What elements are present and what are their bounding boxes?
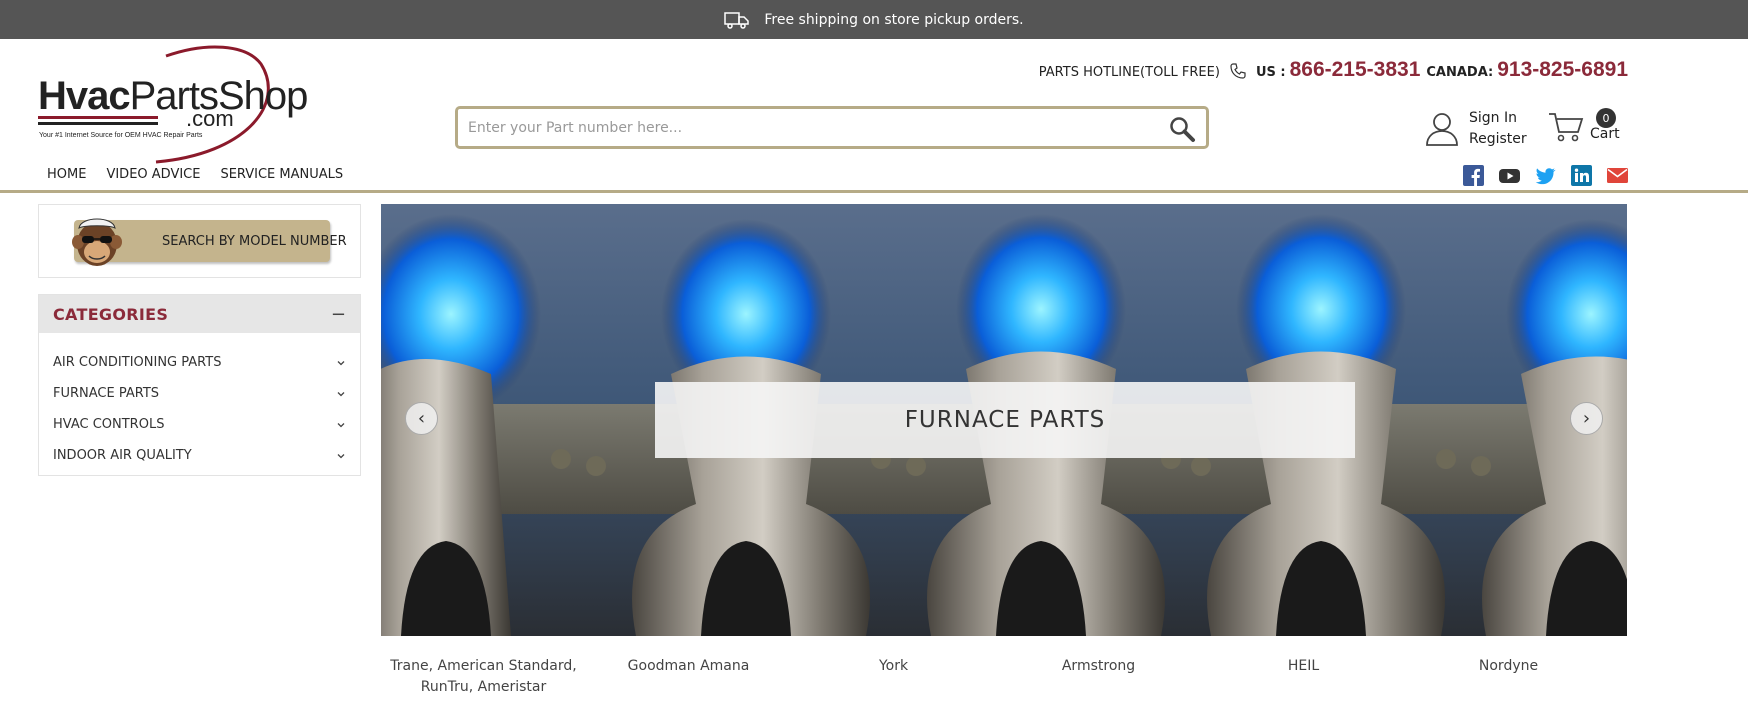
category-furnace-parts[interactable]: FURNACE PARTS xyxy=(53,378,346,409)
category-label: FURNACE PARTS xyxy=(53,386,160,401)
chevron-down-icon[interactable] xyxy=(336,358,346,368)
header-divider xyxy=(0,190,1748,193)
category-label: INDOOR AIR QUALITY xyxy=(53,448,192,463)
email-icon[interactable] xyxy=(1607,165,1628,186)
category-air-conditioning-parts[interactable]: AIR CONDITIONING PARTS xyxy=(53,347,346,378)
category-hvac-controls[interactable]: HVAC CONTROLS xyxy=(53,409,346,440)
model-search-panel: SEARCH BY MODEL NUMBER xyxy=(38,204,361,278)
register-link[interactable]: Register xyxy=(1469,129,1527,150)
logo-domain: .com xyxy=(186,106,234,131)
category-label: HVAC CONTROLS xyxy=(53,417,165,432)
shipping-text: Free shipping on store pickup orders. xyxy=(764,11,1024,28)
canada-phone-number[interactable]: 913-825-6891 xyxy=(1497,58,1628,82)
main-nav: HOME VIDEO ADVICE SERVICE MANUALS xyxy=(47,167,343,182)
model-search-label: SEARCH BY MODEL NUMBER xyxy=(162,233,347,249)
search-icon[interactable] xyxy=(1168,115,1196,143)
collapse-icon[interactable]: − xyxy=(331,304,346,325)
slide-caption[interactable]: FURNACE PARTS xyxy=(655,382,1355,458)
hero-slider[interactable]: FURNACE PARTS ‹ › xyxy=(381,204,1627,636)
category-list: AIR CONDITIONING PARTS FURNACE PARTS HVA… xyxy=(53,347,346,471)
brand-link-york[interactable]: York xyxy=(791,656,996,698)
user-icon xyxy=(1426,113,1458,146)
twitter-icon[interactable] xyxy=(1535,165,1556,186)
cart-label: Cart xyxy=(1590,126,1620,142)
brand-list: Trane, American Standard, RunTru, Ameris… xyxy=(381,656,1627,698)
phone-icon xyxy=(1230,63,1246,79)
categories-header[interactable]: CATEGORIES − xyxy=(39,295,360,333)
brand-link-goodman-amana[interactable]: Goodman Amana xyxy=(586,656,791,698)
account-link[interactable]: Sign In Register xyxy=(1425,108,1527,150)
logo-tagline: Your #1 Internet Source for OEM HVAC Rep… xyxy=(39,132,203,139)
logo-wordmark: HvacPartsShop xyxy=(38,74,308,118)
categories-title: CATEGORIES xyxy=(53,304,169,324)
us-label: US : xyxy=(1255,65,1286,80)
us-phone-number[interactable]: 866-215-3831 xyxy=(1290,58,1421,82)
slider-prev-button[interactable]: ‹ xyxy=(405,402,438,435)
linkedin-icon[interactable] xyxy=(1571,165,1592,186)
cart-count-badge: 0 xyxy=(1596,108,1616,128)
categories-panel: CATEGORIES − AIR CONDITIONING PARTS FURN… xyxy=(38,294,361,476)
cart-icon xyxy=(1549,113,1584,142)
category-label: AIR CONDITIONING PARTS xyxy=(53,355,222,370)
brand-link-armstrong[interactable]: Armstrong xyxy=(996,656,1201,698)
promo-bar: Free shipping on store pickup orders. xyxy=(0,0,1748,39)
nav-item-home[interactable]: HOME xyxy=(47,167,86,182)
sign-in-link[interactable]: Sign In xyxy=(1469,108,1527,129)
brand-link-nordyne[interactable]: Nordyne xyxy=(1406,656,1611,698)
part-search-input[interactable] xyxy=(468,117,1128,139)
nav-item-video-advice[interactable]: VIDEO ADVICE xyxy=(106,167,200,182)
truck-icon xyxy=(724,11,750,29)
category-indoor-air-quality[interactable]: INDOOR AIR QUALITY xyxy=(53,440,346,471)
chevron-down-icon[interactable] xyxy=(336,451,346,461)
chevron-down-icon[interactable] xyxy=(336,389,346,399)
parts-hotline: PARTS HOTLINE(TOLL FREE) US : 866-215-38… xyxy=(1039,58,1628,82)
chevron-down-icon[interactable] xyxy=(336,420,346,430)
social-links xyxy=(1463,165,1628,186)
monkey-mascot-icon xyxy=(72,218,122,266)
slider-next-button[interactable]: › xyxy=(1570,402,1603,435)
facebook-icon[interactable] xyxy=(1463,165,1484,186)
site-logo[interactable]: HvacPartsShop .com Your #1 Internet Sour… xyxy=(36,44,308,164)
hotline-label: PARTS HOTLINE(TOLL FREE) xyxy=(1038,65,1220,80)
canada-label: CANADA: xyxy=(1426,65,1494,80)
brand-link-heil[interactable]: HEIL xyxy=(1201,656,1406,698)
youtube-icon[interactable] xyxy=(1499,165,1520,186)
cart-button[interactable]: 0 Cart xyxy=(1548,108,1620,144)
nav-item-service-manuals[interactable]: SERVICE MANUALS xyxy=(220,167,343,182)
part-search-bar xyxy=(455,106,1209,149)
brand-link-trane[interactable]: Trane, American Standard, RunTru, Ameris… xyxy=(381,656,586,698)
logo-lines xyxy=(38,116,158,128)
